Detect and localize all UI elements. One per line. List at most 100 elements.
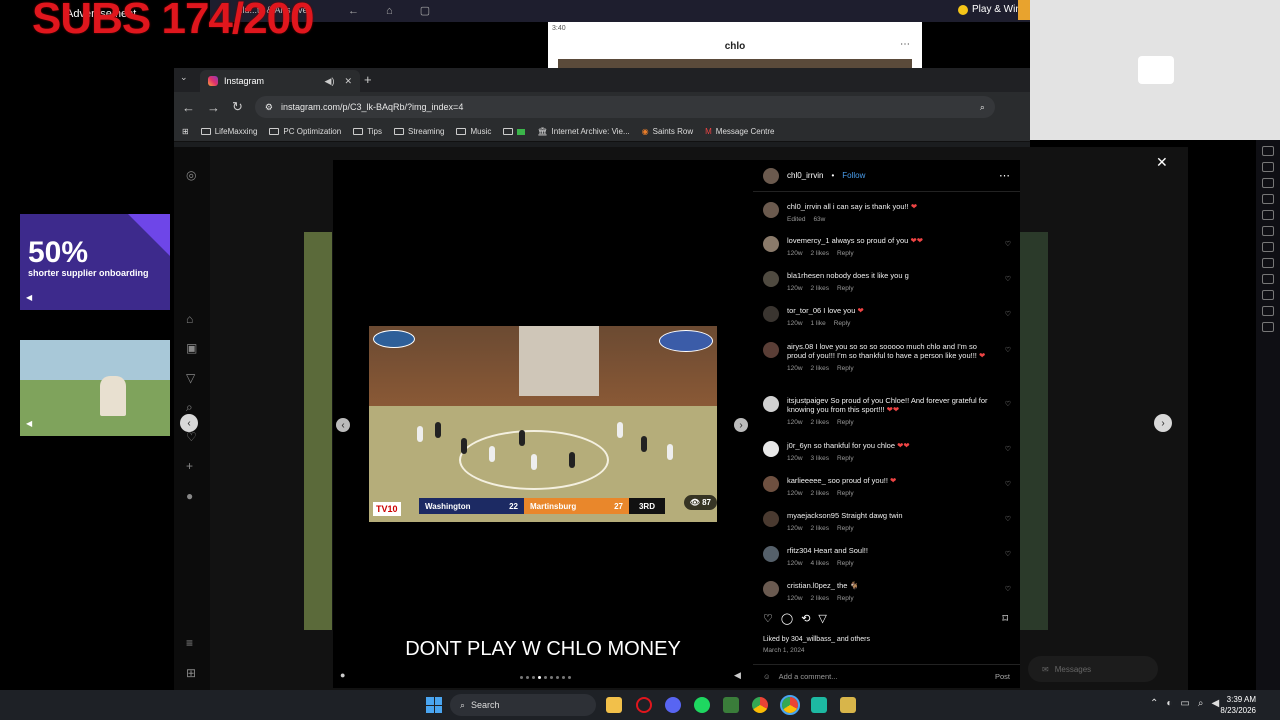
app-icon[interactable] xyxy=(840,697,856,713)
heart-icon[interactable]: ♡ xyxy=(186,430,197,444)
tool-icon[interactable] xyxy=(1262,258,1274,268)
close-icon[interactable]: ✕ xyxy=(1156,154,1168,171)
bookmark-item[interactable]: Streaming xyxy=(394,127,444,136)
bookmark-item[interactable]: Tips xyxy=(353,127,382,136)
share-icon[interactable]: ▽ xyxy=(818,612,826,625)
tool-icon[interactable] xyxy=(1262,242,1274,252)
reply-button[interactable]: Reply xyxy=(837,284,854,293)
prev-post-button[interactable]: ‹ xyxy=(180,414,198,432)
post-button[interactable]: Post xyxy=(995,672,1010,681)
side-ad-bike[interactable]: ◀︎ xyxy=(20,340,170,436)
reply-button[interactable]: Reply xyxy=(837,249,854,258)
tool-icon[interactable] xyxy=(1262,290,1274,300)
tab-search-icon[interactable]: ⌄ xyxy=(180,72,188,83)
create-icon[interactable]: + xyxy=(186,459,193,473)
carousel-next-button[interactable]: › xyxy=(734,418,748,432)
avatar[interactable] xyxy=(763,202,779,218)
reply-button[interactable]: Reply xyxy=(837,594,854,603)
tool-icon[interactable] xyxy=(1262,322,1274,332)
forward-icon[interactable]: → xyxy=(207,100,220,115)
like-icon[interactable]: ♡ xyxy=(1005,515,1011,533)
system-tray[interactable]: ⌃◐▭⌕◀︎ xyxy=(1150,698,1227,709)
avatar[interactable] xyxy=(763,546,779,562)
chrome-icon[interactable] xyxy=(752,697,768,713)
like-icon[interactable]: ♡ xyxy=(1005,400,1011,427)
tool-icon[interactable] xyxy=(1262,146,1274,156)
address-bar[interactable]: ⚙ instagram.com/p/C3_lk-BAqRb/?img_index… xyxy=(254,96,995,118)
background-nav-arrows[interactable]: ← ⌂ ▢ xyxy=(348,4,442,17)
reload-icon[interactable]: ↻ xyxy=(232,99,243,115)
menu-icon[interactable]: ≡ xyxy=(186,636,193,650)
bookmark-item[interactable]: ◉ Saints Row xyxy=(642,127,693,136)
like-icon[interactable]: ♡ xyxy=(1005,275,1011,293)
bookmark-item[interactable] xyxy=(503,128,526,135)
bookmark-item[interactable]: PC Optimization xyxy=(269,127,341,136)
tool-icon[interactable] xyxy=(1262,162,1274,172)
like-icon[interactable]: ♡ xyxy=(1005,445,1011,463)
tool-icon[interactable] xyxy=(1262,194,1274,204)
home-icon[interactable]: ⌂ xyxy=(186,312,193,326)
likes-summary[interactable]: Liked by 304_willbass_ and others xyxy=(763,636,870,643)
avatar[interactable] xyxy=(763,511,779,527)
like-icon[interactable]: ♡ xyxy=(1005,346,1011,373)
avatar[interactable] xyxy=(763,476,779,492)
avatar[interactable] xyxy=(763,236,779,252)
tool-icon[interactable] xyxy=(1262,178,1274,188)
like-icon[interactable]: ♡ xyxy=(1005,585,1011,603)
reply-button[interactable]: Reply xyxy=(837,489,854,498)
avatar[interactable] xyxy=(763,342,779,358)
bookmark-item[interactable]: 🏛 Internet Archive: Vie... xyxy=(537,127,629,136)
reply-button[interactable]: Reply xyxy=(837,454,854,463)
repost-icon[interactable]: ⟲ xyxy=(801,612,810,625)
mute-icon[interactable]: ◀︎ xyxy=(26,419,32,428)
avatar[interactable] xyxy=(763,581,779,597)
comment-user[interactable]: chl0_irrvin xyxy=(787,202,821,211)
notifications-icon[interactable]: ▽ xyxy=(186,371,195,385)
search-icon[interactable]: ⌕ xyxy=(186,400,193,415)
minecraft-icon[interactable] xyxy=(723,697,739,713)
avatar[interactable] xyxy=(763,396,779,412)
avatar[interactable] xyxy=(763,306,779,322)
reply-button[interactable]: Reply xyxy=(837,524,854,533)
mute-icon[interactable]: ◀︎ xyxy=(26,293,32,302)
tool-icon[interactable] xyxy=(1262,306,1274,316)
reply-button[interactable]: Reply xyxy=(837,559,854,568)
bookmark-item[interactable]: M Message Centre xyxy=(705,127,774,136)
reply-button[interactable]: Reply xyxy=(837,418,854,427)
profile-icon[interactable]: ● xyxy=(186,489,193,503)
speaker-icon[interactable]: ◀︎) xyxy=(325,76,335,87)
tool-icon[interactable] xyxy=(1262,226,1274,236)
site-info-icon[interactable]: ⚙ xyxy=(265,102,273,113)
bookmark-icon[interactable]: ⌑ xyxy=(1002,612,1008,625)
apps-icon[interactable]: ⊞ xyxy=(182,127,189,136)
avatar[interactable] xyxy=(763,271,779,287)
spotify-icon[interactable] xyxy=(694,697,710,713)
app-icon[interactable] xyxy=(811,697,827,713)
avatar[interactable] xyxy=(763,441,779,457)
messages-button[interactable]: ✉ Messages xyxy=(1028,656,1158,682)
like-icon[interactable]: ♡ xyxy=(1005,310,1011,328)
follow-button[interactable]: Follow xyxy=(842,171,865,180)
discord-icon[interactable] xyxy=(665,697,681,713)
tool-icon[interactable] xyxy=(1262,210,1274,220)
tab-instagram[interactable]: Instagram ◀︎) ✕ xyxy=(200,70,360,92)
video-player[interactable]: TV10 Washington 22 Martinsburg 27 3RD 👁 87 xyxy=(369,326,717,522)
tagged-user-icon[interactable]: ● xyxy=(340,670,345,680)
audio-icon[interactable]: ◀︎ xyxy=(734,670,741,681)
reply-button[interactable]: Reply xyxy=(834,319,851,328)
opera-icon[interactable] xyxy=(636,697,652,713)
play-win-button[interactable]: Play & Win xyxy=(958,4,1021,15)
post-username[interactable]: chl0_irrvin xyxy=(787,171,823,180)
like-icon[interactable]: ♡ xyxy=(1005,240,1011,258)
like-icon[interactable]: ♡ xyxy=(763,612,773,625)
reels-icon[interactable]: ▣ xyxy=(186,341,197,355)
comment-input[interactable]: ☺ Add a comment... Post xyxy=(753,664,1020,688)
close-tab-icon[interactable]: ✕ xyxy=(344,76,352,87)
chrome-active-icon[interactable] xyxy=(780,695,800,715)
bookmark-item[interactable]: Music xyxy=(456,127,491,136)
side-ad-supplier[interactable]: 50% shorter supplier onboarding ◀︎ xyxy=(20,214,170,310)
back-icon[interactable]: ← xyxy=(182,100,195,115)
reply-button[interactable]: Reply xyxy=(837,364,854,373)
like-icon[interactable]: ♡ xyxy=(1005,480,1011,498)
next-post-button[interactable]: › xyxy=(1154,414,1172,432)
